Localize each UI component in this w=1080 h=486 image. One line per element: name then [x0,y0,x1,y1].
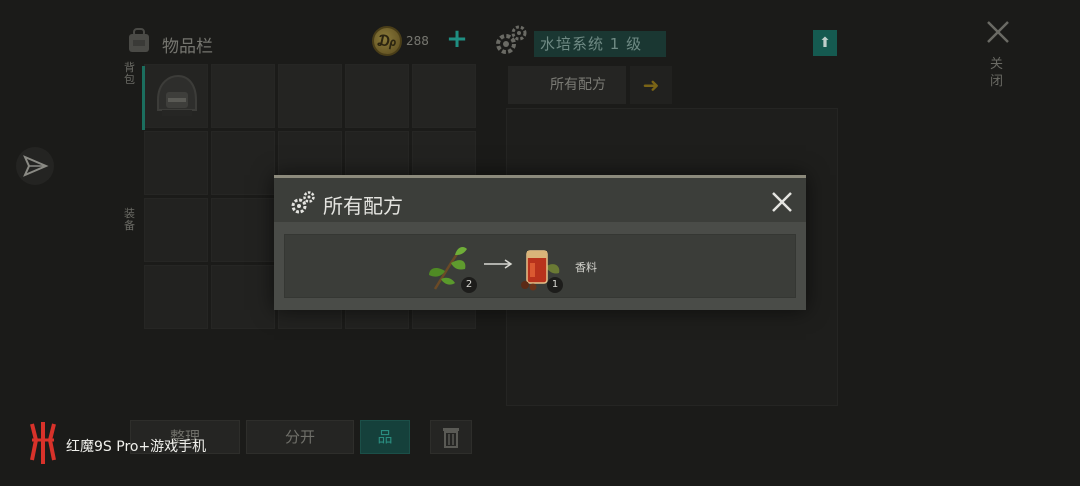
inventory-slot[interactable] [412,64,476,128]
inventory-slot[interactable] [211,265,275,329]
paper-plane-icon [23,155,49,177]
coin-count: 288 [406,34,429,48]
all-recipes-dialog: 所有配方 2 1 香料 [274,175,806,310]
layout-toggle-button[interactable]: 品 [360,420,410,454]
inventory-slot[interactable] [211,198,275,262]
inventory-slot[interactable] [144,265,208,329]
ingredient-quantity: 2 [461,277,477,293]
tab-equipment[interactable]: 装备 [124,208,140,232]
inventory-slot[interactable] [278,64,342,128]
tab-all-recipes[interactable]: 所有配方 [508,66,626,104]
tab-backpack[interactable]: 背包 [124,62,140,86]
next-arrow-button[interactable]: ➜ [630,66,672,104]
helmet-icon[interactable] [150,70,202,122]
gears-icon [291,191,315,214]
close-icon[interactable] [770,190,794,214]
split-button[interactable]: 分开 [246,420,354,454]
arrow-right-icon [484,259,513,269]
dialog-header: 所有配方 [274,178,806,222]
close-label[interactable]: 关闭 [990,56,1006,90]
recipe-row[interactable]: 2 1 香料 [284,234,796,298]
gears-icon [496,25,527,54]
active-tab-marker [142,66,145,130]
brand-logo [30,422,56,464]
inventory-slot[interactable] [345,64,409,128]
trash-icon [443,428,459,448]
inventory-slot[interactable] [144,198,208,262]
station-label: 水培系统 1 级 [534,31,666,57]
brand-watermark: 红魔9S Pro+游戏手机 [66,439,207,455]
inventory-title: 物品栏 [162,37,213,57]
backpack-icon [129,28,149,52]
add-coins-button[interactable]: + [446,24,468,54]
upgrade-button[interactable]: ⬆ [813,30,837,56]
dialog-title: 所有配方 [323,194,403,218]
inventory-slot[interactable] [211,64,275,128]
share-button[interactable] [16,147,54,185]
inventory-slot[interactable] [144,131,208,195]
coin-icon: ₯ [372,26,402,56]
product-name: 香料 [575,261,597,274]
inventory-slot[interactable] [211,131,275,195]
trash-button[interactable] [430,420,472,454]
product-quantity: 1 [547,277,563,293]
close-icon[interactable] [984,18,1012,46]
